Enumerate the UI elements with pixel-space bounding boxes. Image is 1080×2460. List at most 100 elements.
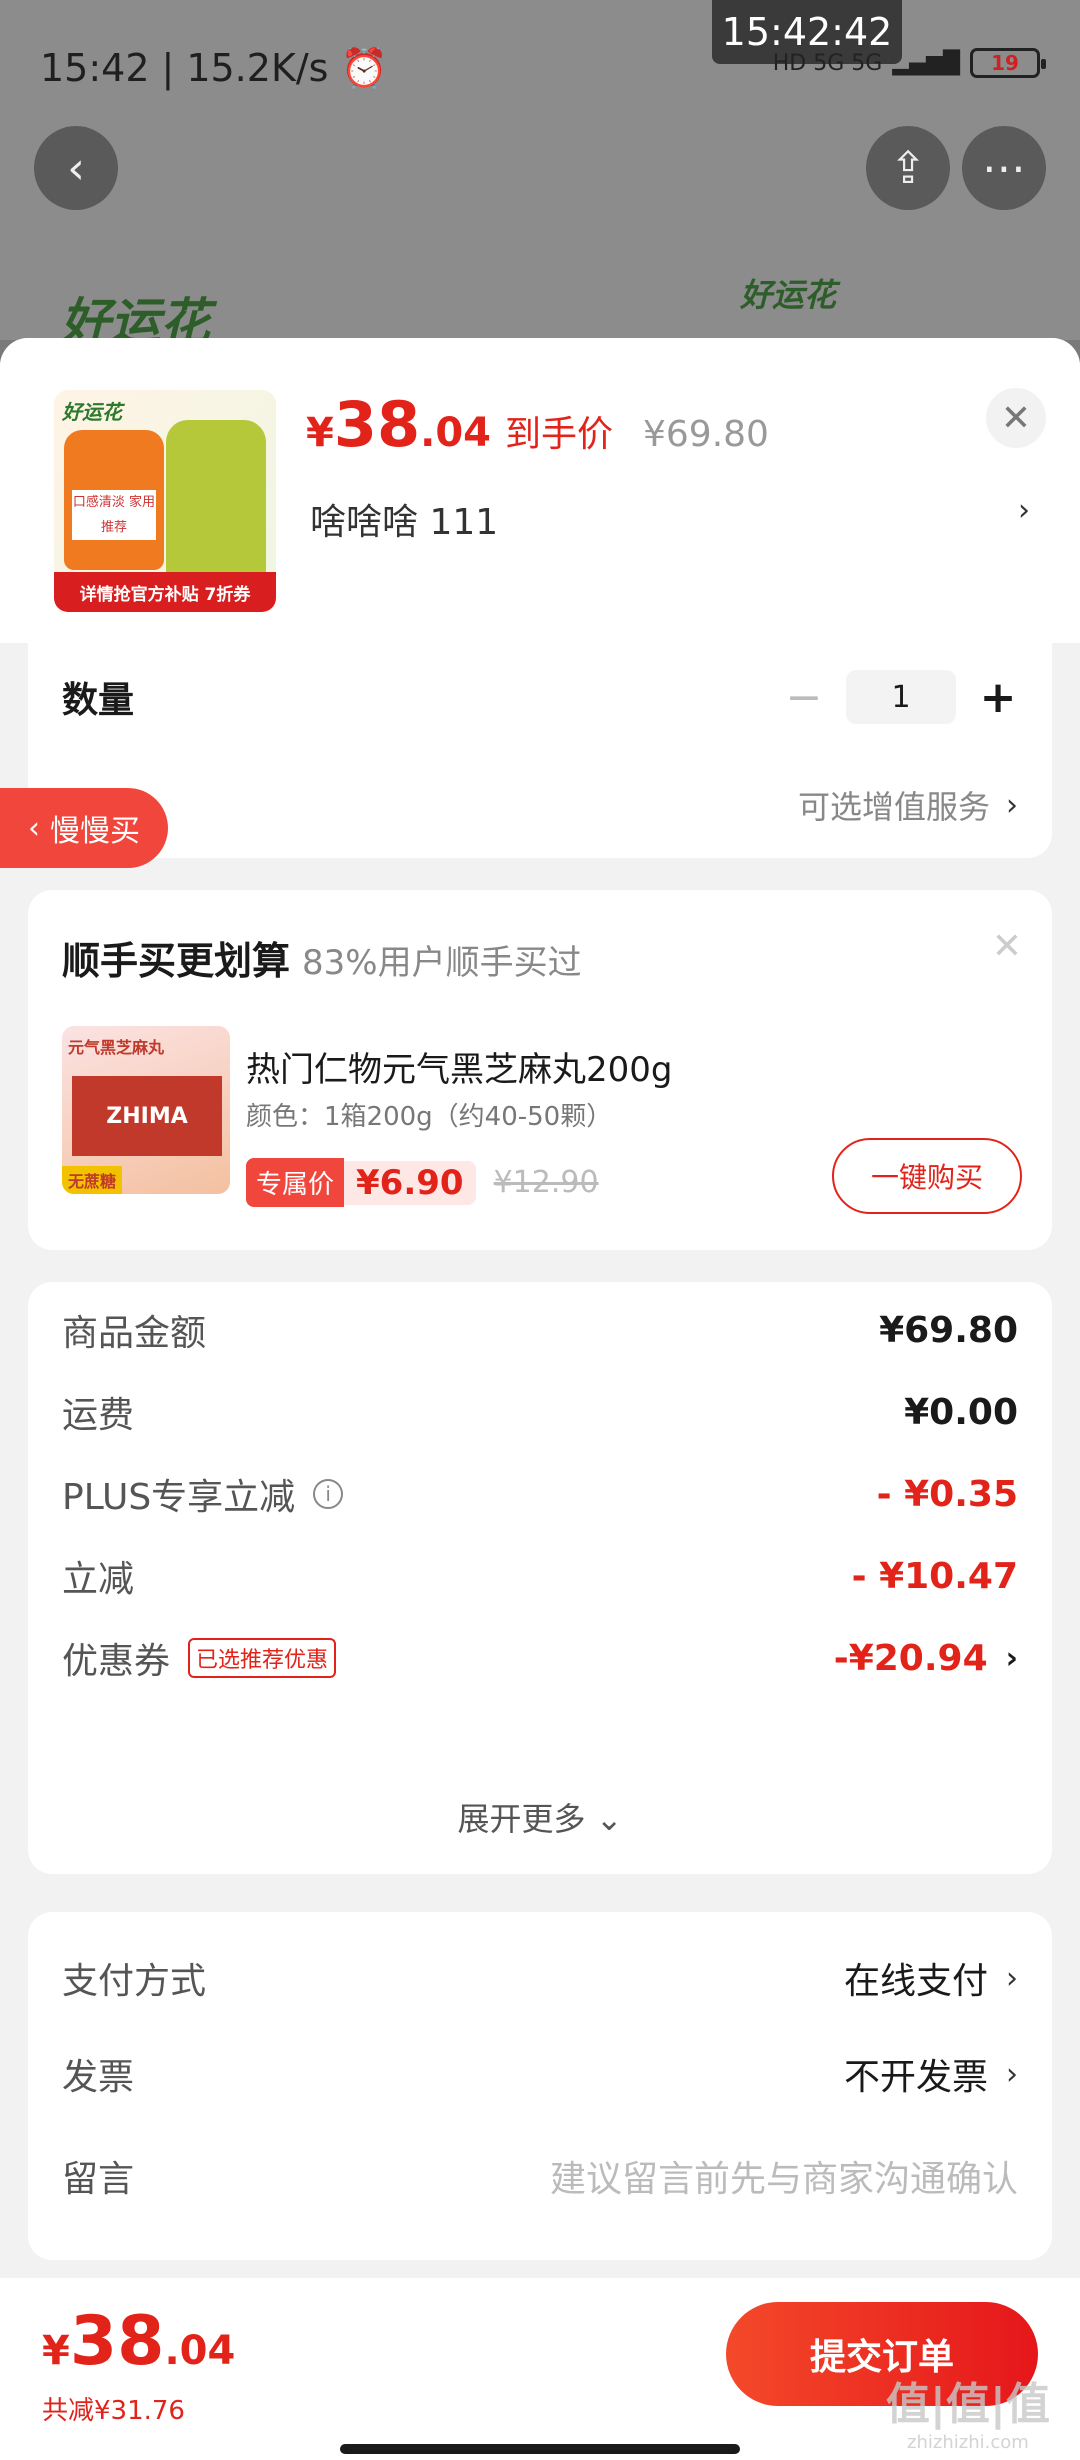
addon-product-spec: 颜色：1箱200g（约40-50颗） (246, 1102, 613, 1132)
message-row: 留言 建议留言前先与商家沟通确认 (62, 2146, 1018, 2206)
increase-button[interactable]: + (978, 672, 1018, 723)
chevron-down-icon: ⌄ (595, 1800, 623, 1838)
payment-method-row[interactable]: 支付方式 在线支付 › (62, 1948, 1018, 2008)
amount-value: ¥69.80 (879, 1309, 1018, 1351)
invoice-row[interactable]: 发票 不开发票 › (62, 2044, 1018, 2104)
alarm-icon: ⏰ (340, 45, 388, 90)
more-icon: ⋯ (982, 142, 1026, 194)
addon-original-price: ¥12.90 (493, 1165, 599, 1200)
original-price: ¥69.80 (643, 414, 769, 455)
coupon-value: -¥20.94 (833, 1637, 988, 1679)
addon-subtitle: 83%用户顺手买过 (302, 943, 582, 983)
price-integer: 38 (333, 388, 421, 461)
green-bottle (166, 420, 266, 580)
status-bar: 15:42 | 15.2K/s ⏰ (40, 45, 388, 91)
addon-product-image[interactable]: 元气黑芝麻丸 ZHIMA 无蔗糖 (62, 1026, 230, 1194)
share-button[interactable]: ⇪ (866, 126, 950, 210)
chevron-right-icon: › (1005, 1640, 1018, 1676)
pay-label: 支付方式 (62, 1961, 207, 2002)
signal-icon: ▂▄▆█ (892, 50, 960, 76)
pay-label: 发票 (62, 2057, 135, 2098)
amount-label: 商品金额 (62, 1313, 207, 1354)
service-text: 可选增值服务 (797, 788, 990, 826)
slow-buy-button[interactable]: ‹ 慢慢买 (0, 788, 168, 868)
info-icon[interactable]: i (313, 1479, 344, 1509)
chevron-left-icon: ‹ (28, 810, 40, 846)
amount-label-text: PLUS专享立减 (62, 1477, 296, 1518)
amount-value: - ¥0.35 (876, 1473, 1018, 1515)
quantity-stepper: − 1 + (784, 670, 1018, 724)
pay-value-text: 在线支付 (843, 1961, 988, 2002)
exclusive-price: ¥6.90 (344, 1160, 476, 1205)
chevron-right-icon: › (1018, 493, 1030, 528)
addon-product-name[interactable]: 热门仁物元气黑芝麻丸200g (246, 1042, 672, 1091)
addon-img-box: ZHIMA (72, 1076, 222, 1156)
close-icon: ✕ (991, 926, 1022, 967)
quantity-input[interactable]: 1 (846, 670, 956, 724)
coupon-badge: 已选推荐优惠 (188, 1638, 337, 1678)
addon-title: 顺手买更划算 83%用户顺手买过 (62, 930, 582, 985)
chevron-right-icon: › (1006, 2056, 1018, 2092)
amount-value: -¥20.94 › (834, 1638, 1018, 1679)
order-sheet: 好运花 口感清淡 家用推荐 详情抢官方补贴 7折券 ¥ 38 .04 到手价 ¥… (0, 338, 1080, 2460)
amount-row: PLUS专享立减 i - ¥0.35 (62, 1466, 1018, 1522)
expand-more-label: 展开更多 (457, 1800, 586, 1838)
total-currency: ¥ (42, 2328, 70, 2374)
payment-card: 支付方式 在线支付 › 发票 不开发票 › 留言 建议留言前先与商家沟通确认 (28, 1912, 1052, 2260)
pay-label: 留言 (62, 2159, 135, 2200)
background-brand-small: 好运花 (740, 276, 837, 314)
chevron-left-icon: ‹ (67, 142, 85, 194)
quantity-row: 数量 − 1 + (62, 659, 1018, 735)
product-thumbnail[interactable]: 好运花 口感清淡 家用推荐 详情抢官方补贴 7折券 (54, 390, 276, 612)
addon-img-tag: 无蔗糖 (62, 1166, 123, 1194)
addon-price: 专属价 ¥6.90 ¥12.90 (246, 1158, 599, 1207)
product-header: 好运花 口感清淡 家用推荐 详情抢官方补贴 7折券 ¥ 38 .04 到手价 ¥… (0, 338, 1080, 643)
spec-text: 啥啥啥 111 (310, 502, 499, 543)
amount-label: 立减 (62, 1559, 135, 1600)
one-click-buy-button[interactable]: 一键购买 (832, 1138, 1022, 1214)
amount-label: 优惠券 已选推荐优惠 (62, 1632, 337, 1684)
total-saved: 共减¥31.76 (42, 2396, 185, 2426)
close-button[interactable]: ✕ (986, 388, 1046, 448)
watermark-domain: zhizhizhi.com (907, 2432, 1029, 2453)
thumb-brand: 好运花 (62, 400, 122, 424)
status-time: 15:42 (40, 46, 150, 90)
addon-close-button[interactable]: ✕ (992, 926, 1022, 967)
spec-selector[interactable]: 啥啥啥 111 › (310, 493, 1030, 545)
price-tag: 到手价 (504, 414, 613, 455)
amount-label-text: 优惠券 (62, 1641, 171, 1682)
chevron-right-icon: › (1006, 1960, 1018, 1996)
slow-buy-label: 慢慢买 (50, 814, 140, 849)
total-price: ¥ 38 .04 (42, 2302, 235, 2381)
battery-level: 19 (991, 51, 1019, 75)
service-row[interactable]: 服务 可选增值服务 › (62, 767, 1018, 843)
price-decimal: .04 (420, 410, 491, 456)
addon-img-title: 元气黑芝麻丸 (68, 1038, 165, 1057)
back-button[interactable]: ‹ (34, 126, 118, 210)
coupon-row[interactable]: 优惠券 已选推荐优惠 -¥20.94 › (62, 1630, 1018, 1686)
message-input[interactable]: 建议留言前先与商家沟通确认 (550, 2150, 1018, 2202)
chevron-right-icon: › (1006, 787, 1018, 823)
amounts-card: 商品金额 ¥69.80 运费 ¥0.00 PLUS专享立减 i - ¥0.35 … (28, 1282, 1052, 1874)
quantity-label: 数量 (62, 680, 135, 721)
addon-title-text: 顺手买更划算 (62, 939, 291, 983)
quantity-service-card: 数量 − 1 + 服务 可选增值服务 › (28, 643, 1052, 858)
amount-label: PLUS专享立减 i (62, 1468, 344, 1520)
amount-label: 运费 (62, 1395, 135, 1436)
decrease-button[interactable]: − (784, 672, 824, 723)
close-icon: ✕ (1000, 397, 1032, 439)
thumb-label: 口感清淡 家用推荐 (72, 490, 156, 540)
pay-value-text: 不开发票 (843, 2057, 988, 2098)
amount-value: ¥0.00 (904, 1391, 1018, 1433)
expand-more-button[interactable]: 展开更多 ⌄ (28, 1794, 1052, 1840)
exclusive-price-tag: 专属价 (246, 1158, 345, 1207)
share-icon: ⇪ (889, 142, 927, 194)
status-indicators: HD 5G 5G ▂▄▆█ 19 (773, 48, 1046, 78)
more-button[interactable]: ⋯ (962, 126, 1046, 210)
watermark: 值|值|值 zhizhizhi.com (886, 2368, 1050, 2453)
home-indicator (340, 2444, 740, 2454)
price-row: ¥ 38 .04 到手价 ¥69.80 (306, 388, 769, 461)
watermark-text: 值|值|值 (885, 2379, 1050, 2430)
total-decimal: .04 (164, 2328, 236, 2374)
price-currency: ¥ (306, 410, 334, 456)
